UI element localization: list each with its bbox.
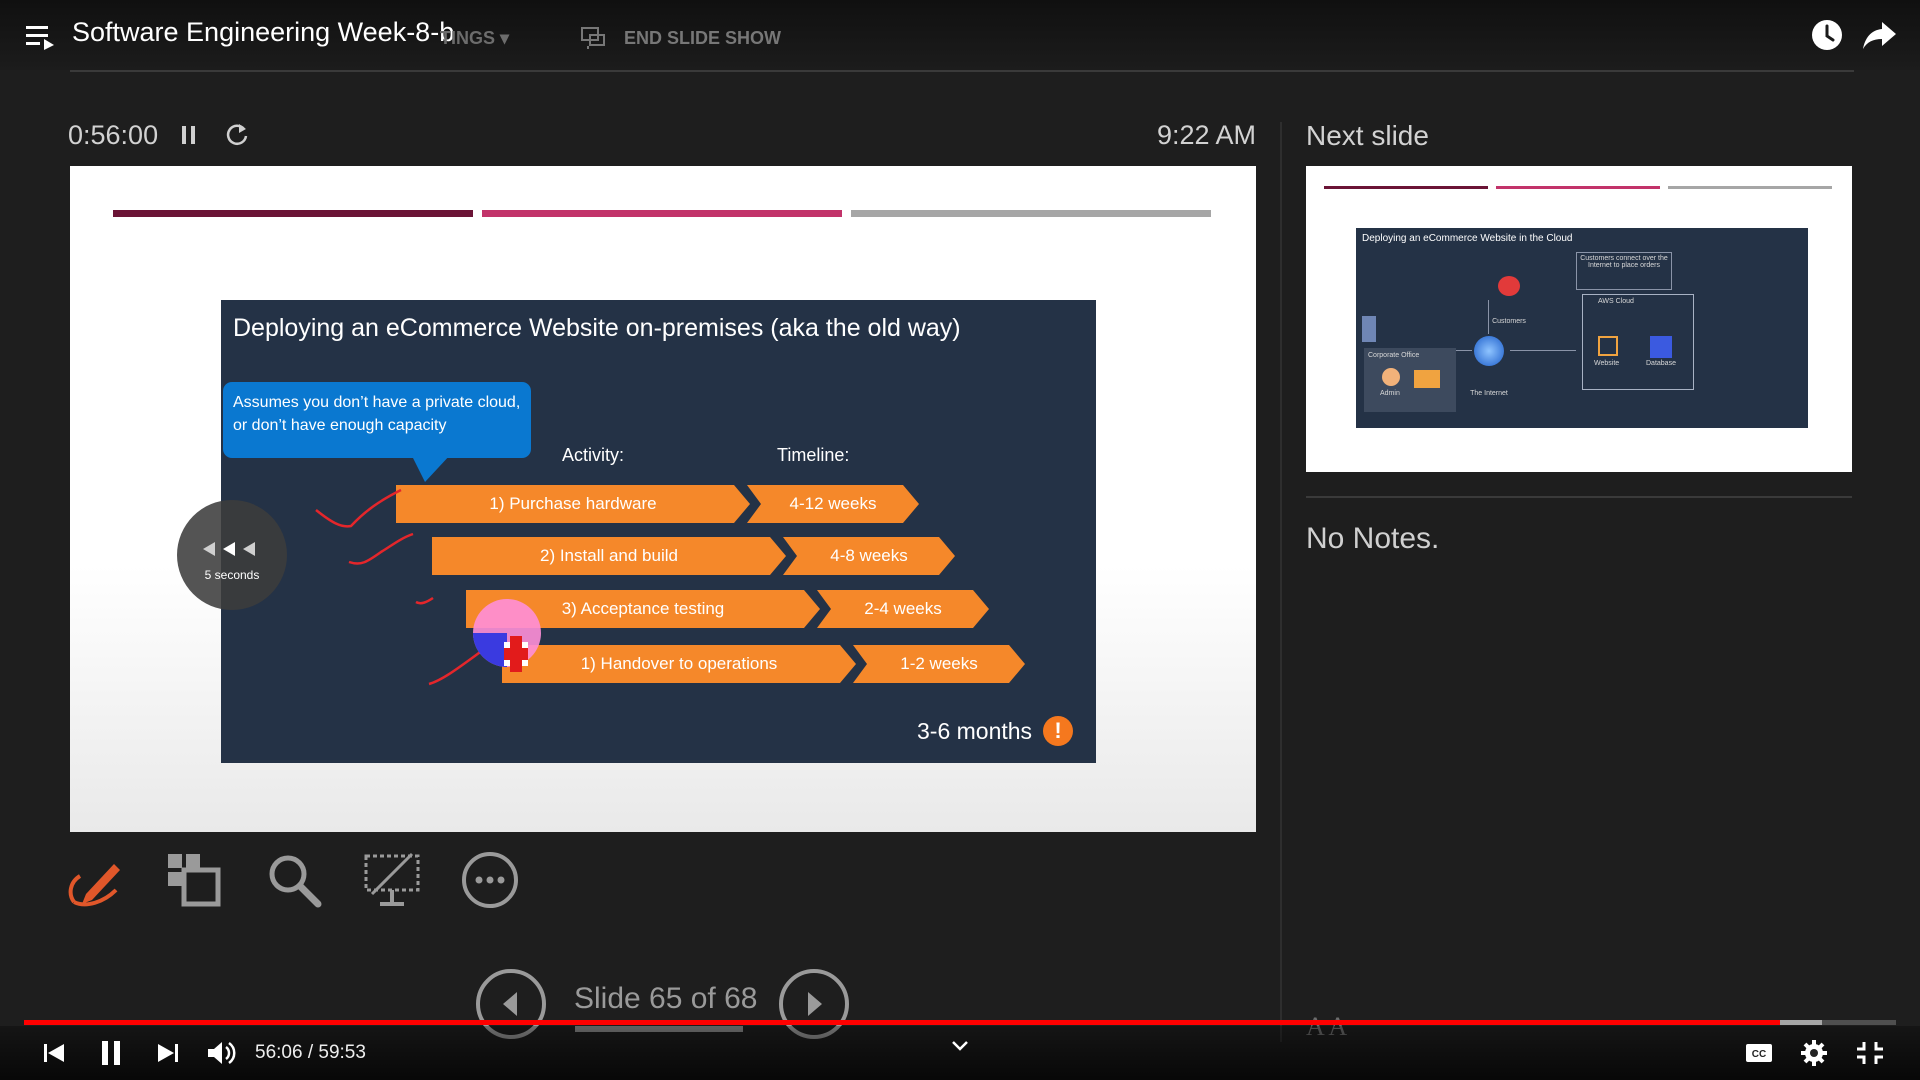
time-display: 56:06 / 59:53 <box>255 1042 366 1063</box>
thumb-note-box: Customers connect over the Internet to p… <box>1576 252 1672 290</box>
thumb-stripe-3 <box>1668 186 1832 189</box>
next-slide-title: Deploying an eCommerce Website in the Cl… <box>1362 233 1573 244</box>
total-duration: 3-6 months <box>917 718 1033 744</box>
next-slide-content: Deploying an eCommerce Website in the Cl… <box>1356 228 1808 428</box>
globe-icon <box>1474 336 1504 366</box>
restart-timer-icon[interactable] <box>222 120 252 150</box>
speaker-notes: No Notes. <box>1306 522 1440 555</box>
pen-annotations <box>315 488 541 686</box>
website-label: Website <box>1594 360 1620 367</box>
internet-label: The Internet <box>1470 390 1508 397</box>
slide-stripe-2 <box>482 210 842 217</box>
svg-text:CC: CC <box>1752 1049 1766 1060</box>
top-divider <box>70 70 1854 72</box>
pause-timer-icon[interactable] <box>178 122 200 148</box>
customers-label: Customers <box>1492 318 1526 325</box>
captions-icon[interactable]: CC <box>1742 1038 1778 1068</box>
admin-icon <box>1382 368 1400 386</box>
see-all-slides-icon[interactable] <box>164 850 224 910</box>
customers-icon <box>1498 276 1520 296</box>
thumb-stripe-2 <box>1496 186 1660 189</box>
more-options-icon[interactable] <box>460 850 520 910</box>
connector-line <box>1488 300 1489 334</box>
seek-back-overlay: 5 seconds <box>177 500 287 610</box>
database-label: Database <box>1646 360 1676 367</box>
connector-line <box>1510 350 1576 351</box>
progress-bar[interactable] <box>24 1020 1896 1025</box>
previous-video-icon[interactable] <box>36 1038 72 1068</box>
current-slide[interactable]: Deploying an eCommerce Website on-premis… <box>70 166 1256 832</box>
corporate-office-label: Corporate Office <box>1368 352 1420 359</box>
connector-line <box>1456 350 1472 351</box>
share-icon[interactable] <box>1862 18 1898 52</box>
next-video-icon[interactable] <box>150 1038 186 1068</box>
database-icon <box>1650 336 1672 358</box>
black-screen-icon[interactable] <box>362 850 422 910</box>
exit-fullscreen-icon[interactable] <box>1852 1038 1888 1068</box>
next-slide-preview[interactable]: Deploying an eCommerce Website in the Cl… <box>1306 166 1852 472</box>
aws-cloud-label: AWS Cloud <box>1598 298 1634 305</box>
settings-gear-icon[interactable] <box>1796 1038 1832 1068</box>
building-icon <box>1362 316 1376 342</box>
end-slide-show-icon <box>581 27 605 49</box>
next-slide-heading: Next slide <box>1306 120 1429 151</box>
seek-label: 5 seconds <box>204 568 260 582</box>
watch-later-icon[interactable] <box>1810 18 1844 52</box>
rewind-icon <box>203 542 255 556</box>
chevron-down-icon[interactable] <box>948 1036 972 1056</box>
warning-icon: ! <box>1043 716 1073 746</box>
notes-divider <box>1306 496 1852 498</box>
video-title[interactable]: Software Engineering Week-8-b <box>72 17 454 48</box>
pen-icon[interactable] <box>66 850 126 910</box>
elapsed-timer: 0:56:00 <box>68 120 159 150</box>
slide-stripe-3 <box>851 210 1211 217</box>
progress-played <box>24 1020 1780 1025</box>
admin-console-icon <box>1414 370 1440 388</box>
end-slide-show-button: END SLIDE SHOW <box>624 28 782 48</box>
slide-counter[interactable]: Slide 65 of 68 <box>574 982 757 1016</box>
current-clock: 9:22 AM <box>1156 120 1256 150</box>
display-settings-menu: TINGS ▾ <box>440 28 510 48</box>
thumb-stripe-1 <box>1324 186 1488 189</box>
pause-icon[interactable] <box>94 1038 130 1068</box>
admin-label: Admin <box>1380 390 1400 397</box>
volume-icon[interactable] <box>204 1038 240 1068</box>
slide-stripe-1 <box>113 210 473 217</box>
website-icon <box>1598 336 1618 356</box>
slide-content-image: Deploying an eCommerce Website on-premis… <box>221 300 1096 763</box>
zoom-icon[interactable] <box>264 850 324 910</box>
pane-divider <box>1280 122 1282 1042</box>
playlist-menu-icon[interactable] <box>26 24 56 50</box>
